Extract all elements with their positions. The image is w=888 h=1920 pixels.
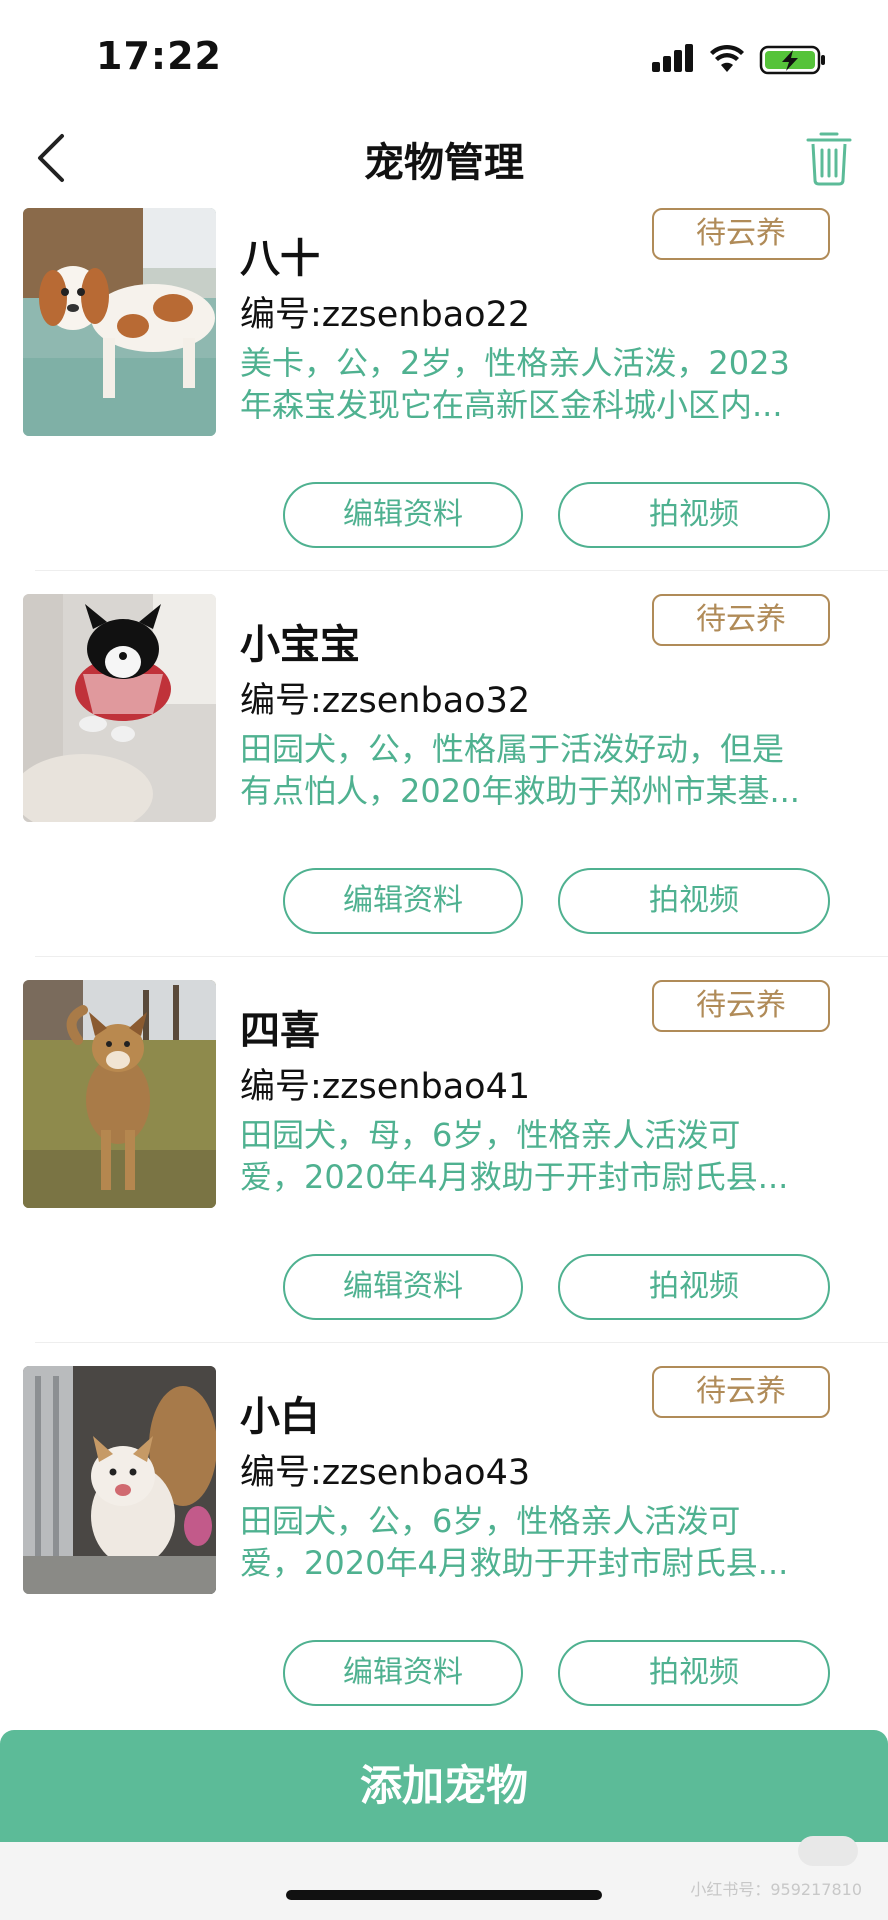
nav-header: 宠物管理 — [0, 110, 888, 210]
pet-description-line: 爱，2020年4月救助于开封市尉氏县... — [240, 1544, 789, 1582]
pet-photo-white-dog[interactable] — [23, 1366, 216, 1594]
status-badge: 待云养 — [652, 980, 830, 1032]
pet-name: 八十 — [240, 236, 320, 282]
divider — [35, 1342, 888, 1343]
pet-description-line: 田园犬，母，6岁，性格亲人活泼可 — [240, 1116, 741, 1154]
status-badge: 待云养 — [652, 208, 830, 260]
pet-description: 田园犬，公，性格属于活泼好动，但是 有点怕人，2020年救助于郑州市某基... — [240, 728, 850, 812]
edit-profile-button[interactable]: 编辑资料 — [283, 1254, 523, 1320]
pet-description-line: 田园犬，公，性格属于活泼好动，但是 — [240, 730, 785, 768]
pet-id: 编号:zzsenbao43 — [240, 1453, 531, 1493]
status-time: 17:22 — [96, 34, 222, 78]
pet-card[interactable]: 小白 编号:zzsenbao43 田园犬，公，6岁，性格亲人活泼可 爱，2020… — [0, 1366, 888, 1752]
pet-id: 编号:zzsenbao41 — [240, 1067, 531, 1107]
divider — [35, 570, 888, 571]
signal-icon — [652, 44, 693, 72]
battery-charging-icon — [759, 45, 825, 75]
pet-card[interactable]: 八十 编号:zzsenbao22 美卡，公，2岁，性格亲人活泼，2023 年森宝… — [0, 208, 888, 594]
pet-description: 田园犬，公，6岁，性格亲人活泼可 爱，2020年4月救助于开封市尉氏县... — [240, 1500, 850, 1584]
pet-id: 编号:zzsenbao22 — [240, 295, 531, 335]
record-video-button[interactable]: 拍视频 — [558, 1640, 830, 1706]
pet-management-screen: 17:22 宠物管理 八十 编号:zzsenbao22 美卡，公，2岁，性格亲人… — [0, 0, 888, 1920]
add-pet-button[interactable]: 添加宠物 — [0, 1730, 888, 1842]
status-badge: 待云养 — [652, 594, 830, 646]
pet-name: 四喜 — [240, 1008, 320, 1054]
pet-list: 八十 编号:zzsenbao22 美卡，公，2岁，性格亲人活泼，2023 年森宝… — [0, 208, 888, 1752]
watermark-logo — [798, 1836, 858, 1866]
pet-photo-cocker-spaniel[interactable] — [23, 208, 216, 436]
record-video-button[interactable]: 拍视频 — [558, 1254, 830, 1320]
status-bar: 17:22 — [0, 0, 888, 110]
pet-description: 田园犬，母，6岁，性格亲人活泼可 爱，2020年4月救助于开封市尉氏县... — [240, 1114, 850, 1198]
pet-description: 美卡，公，2岁，性格亲人活泼，2023 年森宝发现它在高新区金科城小区内... — [240, 342, 850, 426]
pet-description-line: 爱，2020年4月救助于开封市尉氏县... — [240, 1158, 789, 1196]
pet-card[interactable]: 四喜 编号:zzsenbao41 田园犬，母，6岁，性格亲人活泼可 爱，2020… — [0, 980, 888, 1366]
edit-profile-button[interactable]: 编辑资料 — [283, 868, 523, 934]
pet-description-line: 年森宝发现它在高新区金科城小区内... — [240, 386, 783, 424]
delete-button[interactable] — [804, 128, 854, 188]
pet-name: 小白 — [240, 1394, 320, 1440]
pet-description-line: 美卡，公，2岁，性格亲人活泼，2023 — [240, 344, 790, 382]
page-title: 宠物管理 — [364, 140, 524, 186]
watermark: 小红书号：959217810 — [690, 1880, 862, 1899]
pet-description-line: 有点怕人，2020年救助于郑州市某基... — [240, 772, 800, 810]
pet-card[interactable]: 小宝宝 编号:zzsenbao32 田园犬，公，性格属于活泼好动，但是 有点怕人… — [0, 594, 888, 980]
status-icons — [652, 42, 828, 78]
pet-description-line: 田园犬，公，6岁，性格亲人活泼可 — [240, 1502, 741, 1540]
pet-photo-black-white-dog[interactable] — [23, 594, 216, 822]
wifi-icon — [710, 44, 744, 72]
home-indicator — [286, 1890, 602, 1900]
trash-icon — [806, 132, 852, 186]
pet-photo-tan-dog[interactable] — [23, 980, 216, 1208]
pet-name: 小宝宝 — [240, 622, 360, 668]
record-video-button[interactable]: 拍视频 — [558, 482, 830, 548]
edit-profile-button[interactable]: 编辑资料 — [283, 1640, 523, 1706]
divider — [35, 956, 888, 957]
record-video-button[interactable]: 拍视频 — [558, 868, 830, 934]
status-badge: 待云养 — [652, 1366, 830, 1418]
edit-profile-button[interactable]: 编辑资料 — [283, 482, 523, 548]
pet-id: 编号:zzsenbao32 — [240, 681, 531, 721]
